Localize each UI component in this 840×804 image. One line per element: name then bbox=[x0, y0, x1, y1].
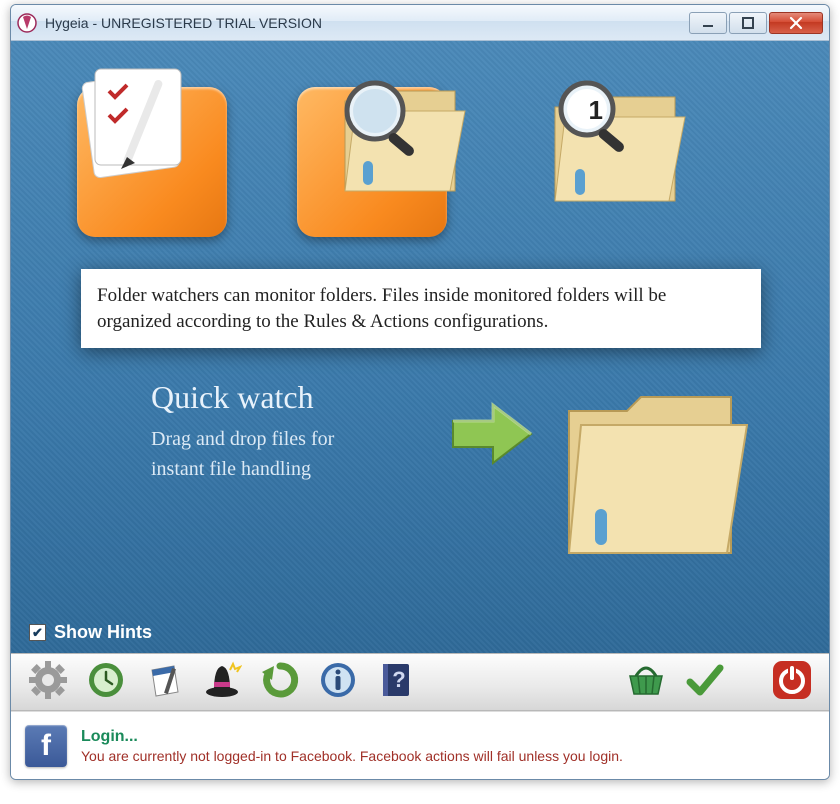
quick-watch-subtitle-2: instant file handling bbox=[151, 454, 334, 484]
close-button[interactable] bbox=[769, 12, 823, 34]
titlebar: Hygeia - UNREGISTERED TRIAL VERSION bbox=[11, 5, 829, 41]
main-content: 1 Folder watchers can monitor folders. F… bbox=[11, 41, 829, 653]
refresh-icon bbox=[260, 660, 300, 705]
badged-folder-tile[interactable]: 1 bbox=[517, 67, 687, 237]
wizard-button[interactable] bbox=[199, 659, 245, 705]
power-button[interactable] bbox=[769, 659, 815, 705]
show-hints-label: Show Hints bbox=[54, 622, 152, 643]
tile-row: 1 bbox=[41, 67, 799, 237]
quick-watch-subtitle-1: Drag and drop files for bbox=[151, 424, 334, 454]
checkmark-icon bbox=[684, 660, 724, 705]
info-icon bbox=[318, 660, 358, 705]
power-icon bbox=[771, 659, 813, 706]
basket-icon bbox=[624, 660, 668, 705]
help-book-icon: ? bbox=[376, 660, 416, 705]
login-warning: You are currently not logged-in to Faceb… bbox=[81, 748, 623, 764]
folder-search-icon bbox=[325, 61, 485, 226]
timer-button[interactable] bbox=[83, 659, 129, 705]
wizard-hat-icon bbox=[202, 660, 242, 705]
maximize-button[interactable] bbox=[729, 12, 767, 34]
facebook-icon[interactable]: f bbox=[25, 725, 67, 767]
window-title: Hygeia - UNREGISTERED TRIAL VERSION bbox=[45, 15, 689, 31]
edit-button[interactable] bbox=[141, 659, 187, 705]
app-icon bbox=[17, 13, 37, 33]
refresh-button[interactable] bbox=[257, 659, 303, 705]
drop-folder-icon[interactable] bbox=[551, 361, 761, 586]
login-link[interactable]: Login... bbox=[81, 728, 623, 746]
minimize-button[interactable] bbox=[689, 12, 727, 34]
rules-actions-tile[interactable] bbox=[77, 67, 247, 237]
clock-icon bbox=[86, 660, 126, 705]
quick-watch-title: Quick watch bbox=[151, 379, 334, 416]
apply-button[interactable] bbox=[681, 659, 727, 705]
toolbar: ? bbox=[11, 653, 829, 711]
arrow-right-icon bbox=[449, 399, 535, 474]
notepad-icon bbox=[144, 660, 184, 705]
checkbox-icon: ✔ bbox=[29, 624, 46, 641]
hint-text: Folder watchers can monitor folders. Fil… bbox=[97, 285, 666, 332]
svg-text:?: ? bbox=[392, 667, 405, 692]
show-hints-checkbox[interactable]: ✔ Show Hints bbox=[29, 622, 152, 643]
window-controls bbox=[689, 12, 823, 34]
gear-icon bbox=[28, 660, 68, 705]
quick-watch-section: Quick watch Drag and drop files for inst… bbox=[151, 379, 334, 484]
folder-badge-icon bbox=[535, 61, 705, 236]
status-text: Login... You are currently not logged-in… bbox=[81, 728, 623, 764]
app-window: Hygeia - UNREGISTERED TRIAL VERSION bbox=[10, 4, 830, 780]
info-button[interactable] bbox=[315, 659, 361, 705]
checklist-icon bbox=[69, 59, 199, 194]
status-bar: f Login... You are currently not logged-… bbox=[11, 711, 829, 779]
hint-tooltip: Folder watchers can monitor folders. Fil… bbox=[81, 269, 761, 348]
basket-button[interactable] bbox=[623, 659, 669, 705]
folder-watchers-tile[interactable] bbox=[297, 67, 467, 237]
settings-button[interactable] bbox=[25, 659, 71, 705]
badge-count: 1 bbox=[589, 95, 603, 126]
help-button[interactable]: ? bbox=[373, 659, 419, 705]
